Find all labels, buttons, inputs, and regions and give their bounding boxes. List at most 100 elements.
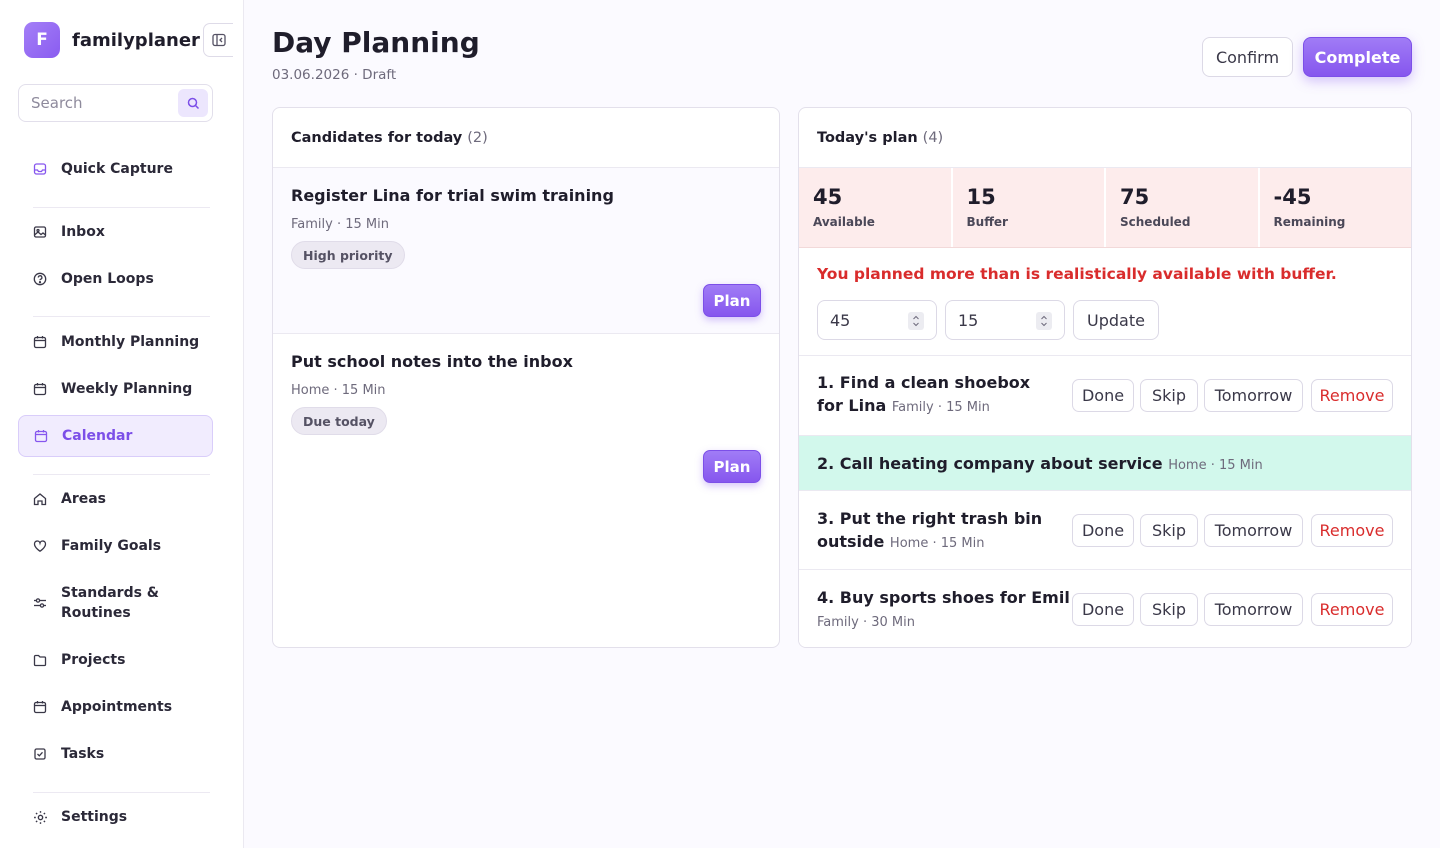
candidates-title: Candidates for today — [291, 129, 463, 146]
complete-button[interactable]: Complete — [1303, 37, 1412, 77]
sidebar-item-inbox[interactable]: Inbox — [18, 211, 213, 253]
sidebar-item-open-loops[interactable]: Open Loops — [18, 258, 213, 300]
sidebar-item-standards-routines[interactable]: Standards & Routines — [18, 581, 213, 625]
stepper-icon[interactable] — [1036, 312, 1052, 330]
image-icon — [32, 224, 48, 240]
available-minutes-input[interactable]: 45 — [817, 300, 937, 340]
plan-item-meta: Family · 30 Min — [817, 615, 915, 630]
remove-button[interactable]: Remove — [1311, 514, 1393, 547]
stat-label: Buffer — [966, 215, 1008, 229]
search-button[interactable] — [178, 89, 208, 117]
sidebar-collapse-icon — [211, 33, 226, 47]
calendar-icon — [32, 699, 48, 715]
sidebar-item-settings[interactable]: Settings — [18, 796, 213, 838]
plan-item-title: 4. Buy sports shoes for Emil — [817, 588, 1070, 607]
plan-button[interactable]: Plan — [703, 450, 761, 483]
collapse-sidebar-button[interactable] — [203, 23, 233, 57]
sidebar-divider — [33, 316, 210, 317]
plan-title: Today's plan — [817, 129, 918, 146]
home-icon — [32, 491, 48, 507]
search-input[interactable] — [19, 85, 169, 121]
sidebar-item-label: Weekly Planning — [61, 381, 193, 397]
sidebar-item-areas[interactable]: Areas — [18, 478, 213, 520]
stat-value: -45 — [1273, 185, 1312, 209]
tomorrow-button[interactable]: Tomorrow — [1204, 593, 1303, 626]
skip-button[interactable]: Skip — [1140, 593, 1198, 626]
app-logo: F — [24, 22, 60, 58]
stat-value: 75 — [1120, 185, 1150, 209]
sidebar-item-projects[interactable]: Projects — [18, 639, 213, 681]
plan-row-highlighted: 2. Call heating company about service Ho… — [799, 435, 1411, 490]
sidebar-item-label: Settings — [61, 809, 128, 825]
stat-value: 45 — [813, 185, 843, 209]
plan-count: (4) — [922, 129, 944, 146]
folder-icon — [32, 652, 48, 668]
plan-button[interactable]: Plan — [703, 284, 761, 317]
sidebar-item-label: Quick Capture — [61, 161, 173, 177]
sidebar: F familyplaner Quick Capture Inbox Open — [0, 0, 244, 848]
candidates-header: Candidates for today (2) — [273, 108, 779, 168]
sidebar-item-family-goals[interactable]: Family Goals — [18, 525, 213, 567]
sidebar-item-label: Calendar — [62, 428, 133, 444]
plan-item-title-text: 2. Call heating company about service — [817, 454, 1163, 473]
calendar-icon — [32, 334, 48, 350]
sidebar-item-label: Tasks — [61, 746, 105, 762]
sidebar-item-label: Standards & Routines — [61, 585, 159, 621]
plan-item-title: 2. Call heating company about service Ho… — [817, 452, 1263, 477]
buffer-minutes-value: 15 — [958, 310, 979, 330]
sidebar-item-label: Family Goals — [61, 538, 162, 554]
update-button[interactable]: Update — [1073, 300, 1159, 340]
remove-button[interactable]: Remove — [1311, 379, 1393, 412]
sidebar-item-label: Projects — [61, 652, 126, 668]
app-name: familyplaner — [72, 29, 200, 51]
done-button[interactable]: Done — [1072, 593, 1134, 626]
candidate-meta: Family · 15 Min — [291, 217, 389, 232]
sidebar-item-label: Appointments — [61, 699, 173, 715]
stat-label: Scheduled — [1120, 215, 1191, 229]
stat-label: Remaining — [1273, 215, 1346, 229]
checkbox-icon — [32, 746, 48, 762]
priority-badge: High priority — [291, 241, 405, 269]
remove-button[interactable]: Remove — [1311, 593, 1393, 626]
confirm-button[interactable]: Confirm — [1202, 37, 1293, 77]
heart-icon — [32, 538, 48, 554]
sidebar-item-label: Inbox — [61, 224, 105, 240]
candidate-meta: Home · 15 Min — [291, 383, 386, 398]
page-title: Day Planning — [272, 26, 480, 59]
gear-icon — [32, 809, 48, 825]
stepper-icon[interactable] — [908, 312, 924, 330]
search-box — [18, 84, 213, 122]
done-button[interactable]: Done — [1072, 379, 1134, 412]
candidates-count: (2) — [467, 129, 488, 146]
sidebar-item-label: Monthly Planning — [61, 334, 200, 350]
skip-button[interactable]: Skip — [1140, 379, 1198, 412]
tomorrow-button[interactable]: Tomorrow — [1204, 379, 1303, 412]
buffer-minutes-input[interactable]: 15 — [945, 300, 1065, 340]
tomorrow-button[interactable]: Tomorrow — [1204, 514, 1303, 547]
done-button[interactable]: Done — [1072, 514, 1134, 547]
sidebar-item-calendar[interactable]: Calendar — [18, 415, 213, 457]
plan-item-title: 1. Find a clean shoebox for Lina Family … — [817, 371, 1057, 419]
search-icon — [187, 97, 199, 109]
sidebar-item-quick-capture[interactable]: Quick Capture — [18, 148, 213, 190]
sidebar-item-tasks[interactable]: Tasks — [18, 733, 213, 775]
brand[interactable]: F familyplaner — [24, 22, 200, 58]
sidebar-divider — [33, 792, 210, 793]
plan-stats: 45 Available 15 Buffer 75 Scheduled -45 … — [799, 168, 1411, 248]
plan-item-meta: Home · 15 Min — [889, 536, 985, 551]
candidate-item: Put school notes into the inbox Home · 1… — [273, 334, 779, 500]
plan-header: Today's plan (4) — [799, 108, 1411, 168]
sidebar-item-appointments[interactable]: Appointments — [18, 686, 213, 728]
sliders-icon — [32, 595, 48, 611]
stat-remaining: -45 Remaining — [1259, 168, 1411, 247]
sidebar-item-monthly-planning[interactable]: Monthly Planning — [18, 321, 213, 363]
stat-available: 45 Available — [799, 168, 953, 247]
candidate-title: Put school notes into the inbox — [291, 352, 573, 371]
skip-button[interactable]: Skip — [1140, 514, 1198, 547]
stat-buffer: 15 Buffer — [952, 168, 1106, 247]
sidebar-item-weekly-planning[interactable]: Weekly Planning — [18, 368, 213, 410]
candidate-title: Register Lina for trial swim training — [291, 186, 614, 205]
plan-item-meta: Family · 15 Min — [891, 400, 990, 415]
plan-row: 4. Buy sports shoes for Emil Family · 30… — [799, 569, 1411, 647]
stat-scheduled: 75 Scheduled — [1106, 168, 1260, 247]
